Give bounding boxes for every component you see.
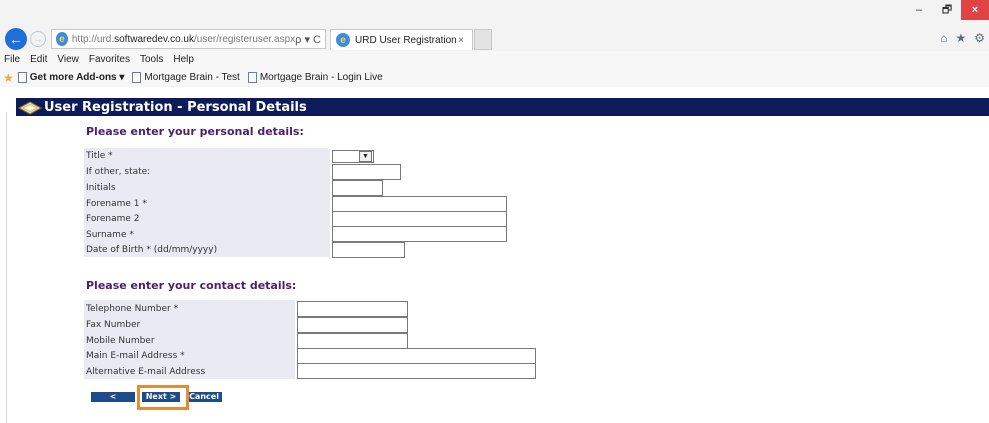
- title-select[interactable]: ▼: [332, 150, 374, 163]
- forename2-input[interactable]: [332, 211, 507, 227]
- tab-title: URD User Registration: [355, 34, 457, 46]
- dob-input[interactable]: [332, 242, 405, 258]
- menu-bar: File Edit View Favorites Tools Help: [0, 51, 989, 68]
- dob-label: Date of Birth * (dd/mm/yyyy): [86, 245, 218, 255]
- mobile-label: Mobile Number: [86, 336, 155, 346]
- menu-view[interactable]: View: [57, 54, 79, 65]
- if-other-input[interactable]: [332, 164, 401, 180]
- fax-input[interactable]: [297, 317, 408, 333]
- chevron-down-icon[interactable]: ▼: [359, 151, 372, 162]
- favorites-star-icon[interactable]: ★: [955, 31, 966, 45]
- main-email-input[interactable]: [297, 348, 536, 364]
- cancel-button[interactable]: Cancel: [186, 392, 222, 402]
- menu-help[interactable]: Help: [173, 54, 194, 65]
- window-controls: – 🗗 ×: [905, 0, 989, 22]
- home-icon[interactable]: ⌂: [940, 31, 947, 45]
- favorites-star-icon[interactable]: ★: [3, 71, 14, 85]
- next-button-highlight: [137, 385, 189, 410]
- settings-gear-icon[interactable]: ⚙: [974, 31, 985, 45]
- fav-link-mortgage-brain-login[interactable]: Mortgage Brain - Login Live: [247, 72, 383, 83]
- contact-details-heading: Please enter your contact details:: [86, 279, 297, 292]
- surname-label: Surname *: [86, 230, 134, 240]
- minimize-button[interactable]: –: [905, 0, 933, 20]
- close-window-button[interactable]: ×: [961, 0, 989, 20]
- page-icon: [17, 72, 27, 83]
- browser-titlebar: – 🗗 ×: [0, 0, 989, 27]
- url-text[interactable]: http://urd.softwaredev.co.uk/user/regist…: [72, 34, 295, 45]
- fav-link-mortgage-brain-test[interactable]: Mortgage Brain - Test: [132, 72, 240, 83]
- forename1-label: Forename 1 *: [86, 199, 147, 209]
- menu-edit[interactable]: Edit: [30, 54, 47, 65]
- initials-input[interactable]: [332, 180, 383, 196]
- back-arrow-icon: ←: [9, 31, 23, 47]
- alt-email-input[interactable]: [297, 363, 536, 379]
- new-tab-button[interactable]: [474, 29, 492, 50]
- telephone-label: Telephone Number *: [86, 304, 179, 314]
- telephone-input[interactable]: [297, 301, 408, 317]
- forward-button[interactable]: →: [30, 31, 46, 47]
- if-other-label: If other, state:: [86, 167, 151, 177]
- page-border: [6, 112, 7, 423]
- forename2-label: Forename 2: [86, 214, 140, 224]
- tab-ie-icon: e: [336, 33, 350, 47]
- page-icon: [132, 72, 142, 83]
- page-icon: [247, 72, 257, 83]
- alt-email-label: Alternative E-mail Address: [86, 367, 206, 377]
- menu-favorites[interactable]: Favorites: [89, 54, 130, 65]
- tab-urd-user-registration[interactable]: e URD User Registration ×: [330, 29, 473, 50]
- restore-button[interactable]: 🗗: [933, 0, 961, 20]
- get-addons-link[interactable]: Get more Add-ons ▾: [17, 72, 124, 83]
- fax-label: Fax Number: [86, 320, 141, 330]
- browser-navbar: ← → e http://urd.softwaredev.co.uk/user/…: [0, 27, 989, 51]
- address-bar[interactable]: e http://urd.softwaredev.co.uk/user/regi…: [51, 29, 326, 49]
- previous-button[interactable]: < Previous: [91, 392, 135, 411]
- page-title: User Registration - Personal Details: [44, 100, 307, 115]
- back-button[interactable]: ←: [5, 28, 27, 50]
- forename1-input[interactable]: [332, 196, 507, 212]
- personal-details-heading: Please enter your personal details:: [86, 125, 304, 138]
- menu-tools[interactable]: Tools: [140, 54, 163, 65]
- forward-arrow-icon: →: [33, 33, 43, 45]
- menu-file[interactable]: File: [4, 54, 20, 65]
- surname-input[interactable]: [332, 226, 507, 242]
- browser-right-icons: ⌂ ★ ⚙: [940, 31, 985, 45]
- registration-logo-icon: [17, 101, 43, 115]
- mobile-input[interactable]: [297, 333, 408, 349]
- title-label: Title *: [86, 151, 113, 161]
- initials-label: Initials: [86, 183, 116, 193]
- favorites-bar: ★ Get more Add-ons ▾ Mortgage Brain - Te…: [0, 68, 989, 87]
- main-email-label: Main E-mail Address *: [86, 351, 185, 361]
- tab-close-icon[interactable]: ×: [458, 35, 464, 46]
- ie-page-icon: e: [56, 32, 68, 46]
- address-search-refresh-icons[interactable]: ρ ▾ C: [295, 33, 321, 46]
